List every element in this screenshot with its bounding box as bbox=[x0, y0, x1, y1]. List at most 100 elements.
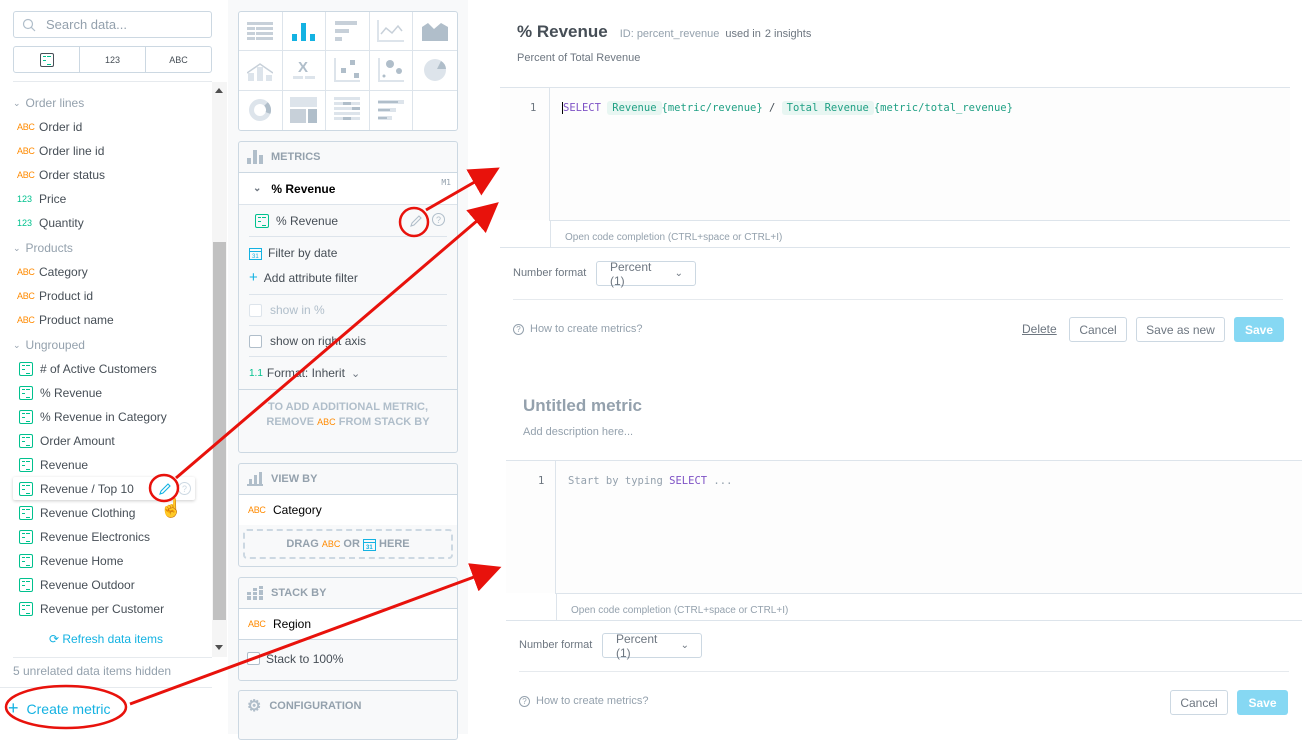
plus-icon: + bbox=[249, 269, 258, 286]
viz-column-icon[interactable] bbox=[282, 12, 327, 52]
filter-attributes-button[interactable]: ABC bbox=[146, 47, 211, 72]
list-item[interactable]: % Revenue in Category bbox=[17, 407, 167, 427]
maql-editor[interactable]: 1 Start by typing SELECT ... bbox=[506, 460, 1302, 594]
scroll-down-icon[interactable] bbox=[215, 645, 223, 650]
view-by-header: VIEW BY bbox=[239, 464, 457, 494]
format-dropdown[interactable]: 1.1 Format: Inherit ⌄ bbox=[249, 357, 447, 389]
filter-facts-button[interactable]: 123 bbox=[80, 47, 146, 72]
search-input[interactable]: Search data... bbox=[13, 11, 212, 38]
viz-heatmap-icon[interactable] bbox=[326, 90, 370, 130]
metric-description[interactable]: Percent of Total Revenue bbox=[517, 52, 640, 64]
metric-chip[interactable]: Revenue bbox=[607, 101, 662, 115]
viz-donut-icon[interactable] bbox=[239, 90, 283, 130]
code-line[interactable]: SELECT Revenue {metric/revenue} / Total R… bbox=[562, 101, 1013, 115]
create-metric-button[interactable]: + Create metric bbox=[8, 698, 111, 719]
viz-pie-icon[interactable] bbox=[413, 51, 457, 91]
checkbox[interactable] bbox=[249, 334, 262, 348]
list-item[interactable]: ABC Order id bbox=[17, 117, 82, 137]
help-icon[interactable]: ? bbox=[432, 213, 445, 226]
number-format-dropdown[interactable]: Percent (1) ⌄ bbox=[602, 632, 702, 660]
completion-hint[interactable]: Open code completion (CTRL+space or CTRL… bbox=[556, 593, 1302, 621]
save-button[interactable]: Save bbox=[1234, 317, 1284, 342]
description-input[interactable]: Add description here... bbox=[523, 426, 633, 438]
checkbox[interactable] bbox=[247, 652, 260, 665]
hidden-items-note: 5 unrelated data items hidden bbox=[13, 657, 212, 678]
chevron-down-icon: ⌄ bbox=[674, 268, 683, 279]
editor-gutter bbox=[500, 88, 550, 221]
list-item[interactable]: ABC Product name bbox=[17, 310, 114, 330]
list-item[interactable]: Revenue bbox=[17, 455, 88, 475]
hand-cursor-icon: ☝ bbox=[160, 498, 183, 518]
metric-title[interactable]: % Revenue bbox=[517, 22, 608, 42]
list-item[interactable]: ABC Product id bbox=[17, 286, 93, 306]
group-order-lines[interactable]: ⌄ Order lines bbox=[13, 96, 84, 110]
list-item[interactable]: 123 Price bbox=[17, 189, 66, 209]
filter-by-date-button[interactable]: 31 Filter by date bbox=[249, 241, 447, 265]
chevron-down-icon[interactable]: ⌄ bbox=[253, 183, 261, 194]
list-item[interactable]: Revenue per Customer bbox=[17, 599, 164, 619]
list-item[interactable]: # of Active Customers bbox=[17, 359, 157, 379]
how-to-create-metrics-link[interactable]: ? How to create metrics? bbox=[519, 695, 648, 707]
viz-combo-icon[interactable] bbox=[239, 51, 283, 91]
viz-headline-icon[interactable]: X bbox=[282, 51, 327, 91]
help-icon: ? bbox=[513, 323, 524, 335]
configuration-section[interactable]: ⚙ CONFIGURATION bbox=[238, 690, 458, 740]
svg-text:31: 31 bbox=[252, 254, 259, 260]
viz-bubble-icon[interactable] bbox=[369, 51, 414, 91]
filter-metrics-button[interactable] bbox=[14, 47, 80, 72]
chevron-down-icon: ⌄ bbox=[350, 367, 361, 380]
delete-link[interactable]: Delete bbox=[1022, 322, 1057, 336]
viz-table-icon[interactable] bbox=[239, 12, 283, 52]
list-item[interactable]: ABC Order line id bbox=[17, 141, 104, 161]
edit-metric-pencil-icon[interactable] bbox=[158, 482, 172, 499]
cancel-button[interactable]: Cancel bbox=[1170, 690, 1228, 715]
completion-hint[interactable]: Open code completion (CTRL+space or CTRL… bbox=[550, 220, 1290, 248]
list-item-hovered[interactable]: Revenue / Top 10 bbox=[17, 479, 134, 499]
group-ungrouped[interactable]: ⌄ Ungrouped bbox=[13, 338, 85, 352]
edit-metric-dialog: % Revenue ID: percent_revenue used in 2 … bbox=[497, 0, 1302, 365]
show-in-percent-checkbox[interactable]: show in % bbox=[249, 295, 447, 326]
list-item[interactable]: ABC Order status bbox=[17, 165, 105, 185]
how-to-create-metrics-link[interactable]: ? How to create metrics? bbox=[513, 323, 642, 335]
scroll-up-icon[interactable] bbox=[215, 88, 223, 93]
stack-by-header: STACK BY bbox=[239, 578, 457, 608]
edit-metric-pencil-icon[interactable] bbox=[409, 214, 423, 228]
scrollbar-thumb[interactable] bbox=[213, 242, 226, 620]
refresh-data-items-link[interactable]: ⟳ Refresh data items bbox=[0, 632, 212, 646]
add-attribute-filter-button[interactable]: + Add attribute filter bbox=[249, 265, 447, 295]
group-products[interactable]: ⌄ Products bbox=[13, 241, 73, 255]
maql-editor[interactable]: 1 SELECT Revenue {metric/revenue} / Total… bbox=[500, 87, 1290, 221]
metric-icon bbox=[19, 410, 33, 424]
list-item[interactable]: Revenue Clothing bbox=[17, 503, 135, 523]
list-item[interactable]: Revenue Electronics bbox=[17, 527, 150, 547]
list-item[interactable]: Revenue Home bbox=[17, 551, 123, 571]
view-by-drop-zone[interactable]: DRAG ABC OR 31 HERE bbox=[243, 529, 453, 559]
list-item[interactable]: Order Amount bbox=[17, 431, 115, 451]
viz-bullet-icon[interactable] bbox=[370, 90, 414, 130]
stack-by-item[interactable]: ABC Region bbox=[239, 608, 457, 639]
metric-item-header[interactable]: ⌄ % Revenue M1 bbox=[239, 172, 457, 204]
stack-to-100-checkbox[interactable]: Stack to 100% bbox=[239, 639, 457, 677]
show-on-right-axis-checkbox[interactable]: show on right axis bbox=[249, 326, 447, 357]
attribute-icon: ABC bbox=[321, 539, 341, 549]
save-as-new-button[interactable]: Save as new bbox=[1136, 317, 1225, 342]
view-by-item[interactable]: ABC Category bbox=[239, 494, 457, 525]
viz-scatter-icon[interactable] bbox=[326, 51, 370, 91]
save-button[interactable]: Save bbox=[1237, 690, 1288, 715]
viz-bar-icon[interactable] bbox=[326, 12, 370, 52]
metric-title-input[interactable]: Untitled metric bbox=[523, 396, 642, 416]
list-item[interactable]: Revenue Outdoor bbox=[17, 575, 135, 595]
list-item[interactable]: 123 Quantity bbox=[17, 213, 84, 233]
list-item[interactable]: % Revenue bbox=[17, 383, 102, 403]
metric-chip[interactable]: Total Revenue bbox=[781, 101, 874, 115]
checkbox[interactable] bbox=[249, 303, 262, 317]
viz-area-icon[interactable] bbox=[413, 12, 457, 52]
help-icon[interactable]: ? bbox=[178, 482, 191, 495]
metric-icon bbox=[19, 578, 33, 592]
list-item[interactable]: ABC Category bbox=[17, 262, 88, 282]
viz-treemap-icon[interactable] bbox=[283, 90, 327, 130]
metric-badge: M1 bbox=[441, 178, 451, 187]
cancel-button[interactable]: Cancel bbox=[1069, 317, 1127, 342]
number-format-dropdown[interactable]: Percent (1) ⌄ bbox=[596, 260, 696, 288]
viz-line-icon[interactable] bbox=[369, 12, 414, 52]
